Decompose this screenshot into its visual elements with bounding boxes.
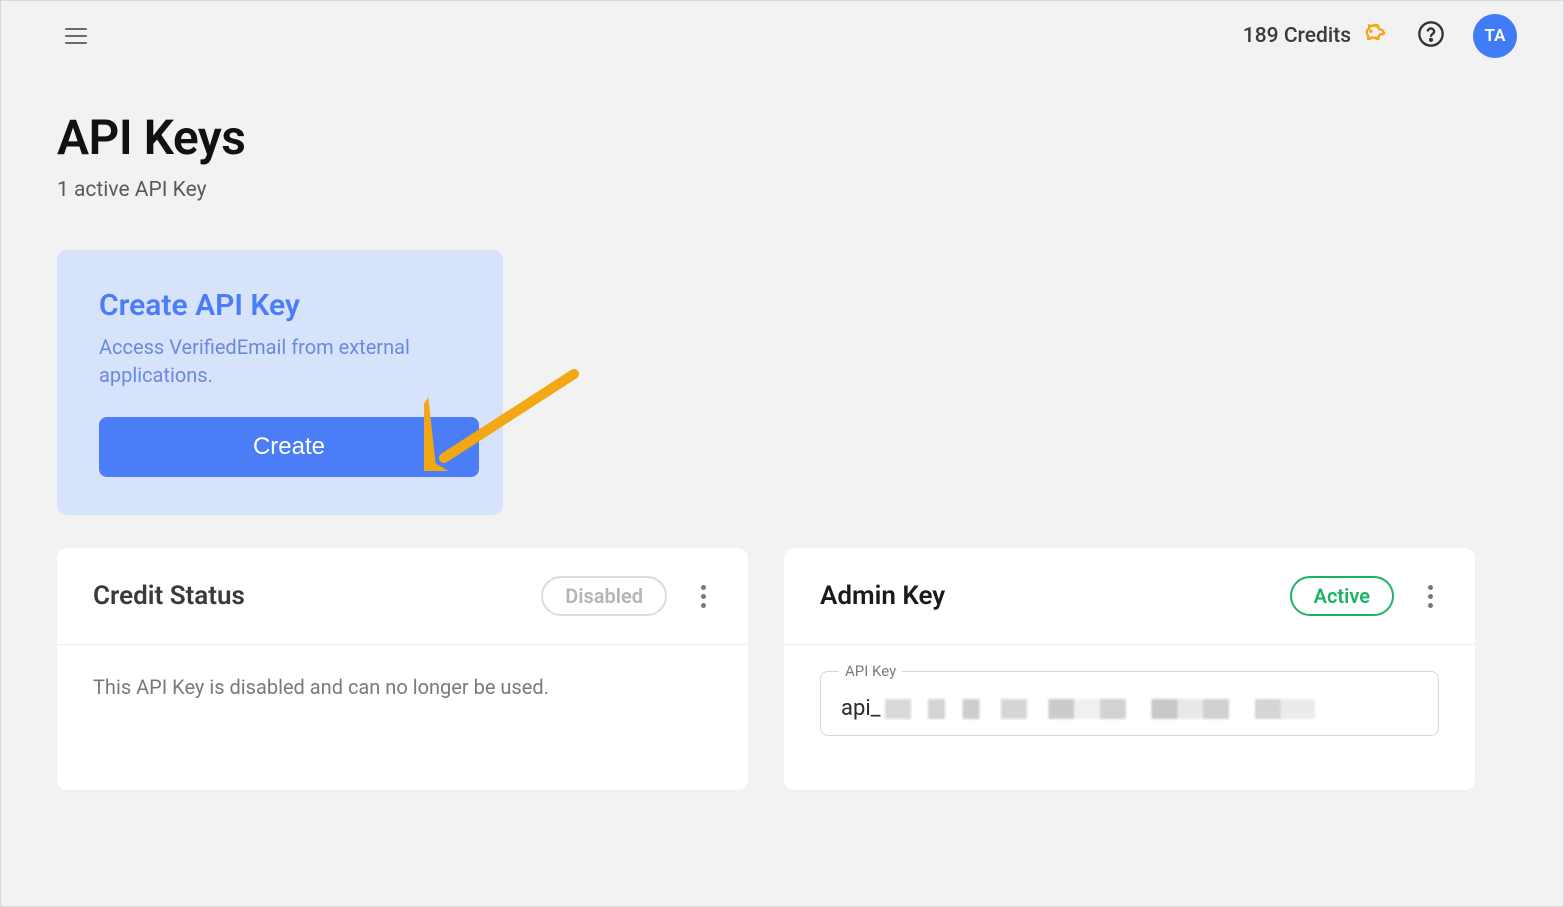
admin-key-title: Admin Key <box>820 581 945 611</box>
hamburger-icon <box>65 27 87 45</box>
api-key-value: api_ <box>841 696 1418 721</box>
create-panel-title: Create API Key <box>99 288 461 323</box>
page-subtitle: 1 active API Key <box>57 178 1507 202</box>
admin-key-header: Admin Key Active <box>784 548 1475 645</box>
create-button[interactable]: Create <box>99 417 479 477</box>
help-button[interactable] <box>1417 20 1445 52</box>
create-api-key-panel: Create API Key Access VerifiedEmail from… <box>57 250 503 515</box>
top-bar: 189 Credits TA <box>1 1 1563 71</box>
avatar-initials: TA <box>1485 26 1506 46</box>
menu-button[interactable] <box>57 19 95 53</box>
disabled-badge: Disabled <box>541 576 667 616</box>
admin-key-actions: Active <box>1290 576 1439 616</box>
api-key-redacted <box>885 699 1315 719</box>
credit-status-actions: Disabled <box>541 576 712 616</box>
credits-text: 189 Credits <box>1243 24 1351 48</box>
admin-key-card: Admin Key Active API Key api_ <box>784 548 1475 790</box>
page-title: API Keys <box>57 109 1507 166</box>
credit-status-header: Credit Status Disabled <box>57 548 748 645</box>
help-icon <box>1417 20 1445 48</box>
active-badge: Active <box>1290 576 1394 616</box>
credit-status-title: Credit Status <box>93 581 245 611</box>
main-content: API Keys 1 active API Key Create API Key… <box>1 71 1563 790</box>
credit-status-menu-button[interactable] <box>695 579 712 614</box>
create-panel-description: Access VerifiedEmail from external appli… <box>99 333 461 389</box>
piggy-bank-icon <box>1361 19 1389 53</box>
credits-display[interactable]: 189 Credits <box>1243 19 1389 53</box>
avatar[interactable]: TA <box>1473 14 1517 58</box>
credit-status-card: Credit Status Disabled This API Key is d… <box>57 548 748 790</box>
top-right-group: 189 Credits TA <box>1243 14 1517 58</box>
api-key-field[interactable]: API Key api_ <box>820 671 1439 736</box>
admin-key-menu-button[interactable] <box>1422 579 1439 614</box>
credit-status-body: This API Key is disabled and can no long… <box>57 645 748 729</box>
api-key-prefix: api_ <box>841 696 881 721</box>
cards-row: Credit Status Disabled This API Key is d… <box>57 548 1507 790</box>
api-key-field-label: API Key <box>839 662 902 680</box>
